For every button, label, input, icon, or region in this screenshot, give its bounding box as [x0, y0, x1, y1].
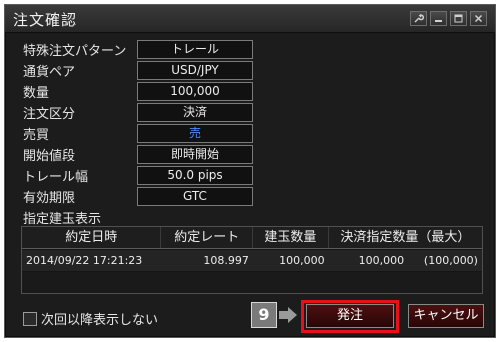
- detail-row-pattern: 特殊注文パターン トレール: [23, 40, 253, 59]
- detail-row-currency-pair: 通貨ペア USD/JPY: [23, 61, 253, 80]
- cell-datetime: 2014/09/22 17:21:23: [26, 254, 143, 267]
- cancel-button[interactable]: キャンセル: [408, 304, 484, 328]
- minimize-icon[interactable]: [430, 11, 447, 26]
- detail-label: 開始値段: [23, 149, 76, 164]
- column-header[interactable]: 決済指定数量（最大）: [329, 227, 482, 248]
- title-bar: 注文確認: [5, 5, 495, 33]
- dont-show-again-checkbox[interactable]: [23, 311, 37, 326]
- detail-row-expiry: 有効期限 GTC: [23, 187, 253, 206]
- table-row[interactable]: 2014/09/22 17:21:23 108.997 100,000 100,…: [22, 250, 482, 271]
- detail-value: 決済: [137, 103, 253, 122]
- cell-qty: 100,000: [279, 254, 325, 267]
- step-number-badge: 9: [251, 302, 277, 328]
- cell-settle: 100,000 (100,000): [329, 250, 482, 271]
- window-controls: [410, 11, 487, 26]
- detail-value: トレール: [137, 40, 253, 59]
- detail-label: 特殊注文パターン: [23, 44, 127, 59]
- arrow-right-icon: [279, 307, 297, 323]
- detail-value: 100,000: [137, 82, 253, 101]
- detail-value: GTC: [137, 187, 253, 206]
- table-header: 約定日時 約定レート 建玉数量 決済指定数量（最大）: [22, 227, 482, 249]
- cell-rate: 108.997: [203, 254, 249, 267]
- detail-label: 有効期限: [23, 191, 76, 206]
- detail-label: 通貨ペア: [23, 65, 76, 80]
- place-order-button[interactable]: 発注: [306, 304, 394, 328]
- order-confirm-dialog: 注文確認 特殊注文パターン トレール 通貨ペア USD/JPY 数量 100,0…: [4, 4, 496, 338]
- settle-qty: 100,000: [358, 254, 405, 267]
- detail-value: 50.0 pips: [137, 166, 253, 185]
- column-header[interactable]: 約定レート: [161, 227, 253, 248]
- detail-value: USD/JPY: [137, 61, 253, 80]
- detail-row-start-price: 開始値段 即時開始: [23, 145, 253, 164]
- detail-value: 即時開始: [137, 145, 253, 164]
- positions-section-title: 指定建玉表示: [23, 212, 102, 227]
- wrench-icon[interactable]: [410, 11, 427, 26]
- dont-show-again-label: 次回以降表示しない: [41, 313, 159, 328]
- close-icon[interactable]: [470, 11, 487, 26]
- detail-label: 注文区分: [23, 107, 76, 122]
- detail-label: トレール幅: [23, 170, 89, 185]
- detail-label: 売買: [23, 128, 50, 143]
- detail-row-side: 売買 売: [23, 124, 253, 143]
- maximize-icon[interactable]: [450, 11, 467, 26]
- positions-table: 約定日時 約定レート 建玉数量 決済指定数量（最大） 2014/09/22 17…: [21, 226, 483, 294]
- detail-label: 数量: [23, 86, 50, 101]
- column-header[interactable]: 約定日時: [22, 227, 162, 248]
- dont-show-again[interactable]: 次回以降表示しない: [23, 309, 158, 328]
- settle-max: (100,000): [423, 254, 478, 267]
- column-header[interactable]: 建玉数量: [253, 227, 329, 248]
- detail-row-trail-width: トレール幅 50.0 pips: [23, 166, 253, 185]
- window-title: 注文確認: [13, 11, 78, 29]
- detail-row-order-type: 注文区分 決済: [23, 103, 253, 122]
- table-row-empty: [22, 272, 482, 293]
- detail-value-sell: 売: [137, 124, 253, 143]
- detail-row-quantity: 数量 100,000: [23, 82, 253, 101]
